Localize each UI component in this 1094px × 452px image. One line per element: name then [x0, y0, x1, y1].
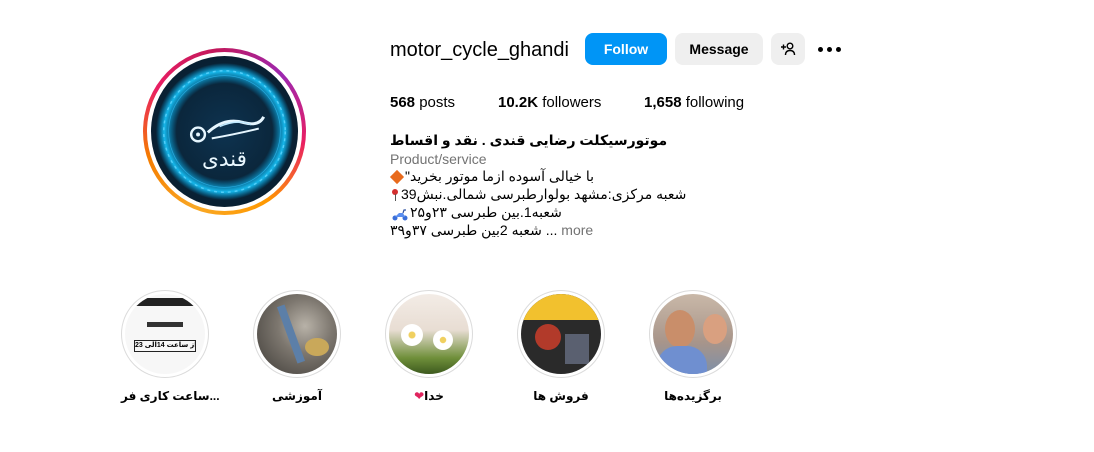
- highlight-image: [653, 294, 733, 374]
- orange-diamond-icon: [389, 169, 405, 184]
- highlight-cover[interactable]: [649, 290, 737, 378]
- red-heart-icon: ❤: [414, 389, 425, 403]
- highlight-image-shape: [521, 294, 601, 320]
- following-count-value: 1,658: [644, 94, 682, 111]
- followers-link[interactable]: 10.2K followers: [498, 93, 601, 113]
- highlight-image: از ساعت 14الی 23: [125, 294, 205, 374]
- bio-line: شعبه1.بین طبرسی ۲۳و۲۵: [390, 203, 562, 221]
- followers-count-value: 10.2K: [498, 94, 539, 111]
- posts-count-value: 568: [390, 94, 416, 111]
- more-options-button[interactable]: [814, 37, 844, 61]
- highlight-cover[interactable]: از ساعت 14الی 23: [121, 290, 209, 378]
- highlight-label-text: خدا: [424, 389, 444, 403]
- following-count-label: following: [685, 94, 745, 111]
- bio-line: شعبه 2بین طبرسی ۳۷و۳۹ ... more: [390, 221, 593, 239]
- avatar-logo-graphic: قندی: [155, 62, 294, 201]
- highlight-image-shape: [433, 330, 453, 350]
- highlight-image-shape: [565, 334, 589, 364]
- highlight-item[interactable]: آموزشی: [253, 290, 341, 404]
- message-button[interactable]: Message: [675, 33, 763, 65]
- bio-full-name: موتورسیکلت رضایی قندی . نقد و اقساط: [390, 132, 668, 148]
- highlight-image-shape: [665, 310, 695, 348]
- highlight-item[interactable]: فروش ها: [517, 290, 605, 404]
- pushpin-icon: [392, 189, 398, 202]
- highlight-image: [521, 294, 601, 374]
- bio-line-text: "با خیالی آسوده ازما موتور بخرید: [405, 168, 595, 184]
- highlight-image-band: [147, 322, 183, 327]
- following-link[interactable]: 1,658 following: [644, 93, 744, 113]
- highlight-image-shape: [535, 324, 561, 350]
- highlight-label: فروش ها: [533, 389, 589, 403]
- profile-avatar[interactable]: قندی: [143, 48, 306, 215]
- bio-line-text: شعبه مرکزی:مشهد بولوارطبرسی شمالی.نبش39: [401, 186, 687, 202]
- svg-text:قندی: قندی: [202, 147, 247, 172]
- highlight-image-shape: [657, 346, 707, 374]
- highlight-item[interactable]: ❤خدا: [385, 290, 473, 404]
- profile-username: motor_cycle_ghandi: [390, 39, 569, 61]
- highlight-image-shape: [703, 314, 727, 344]
- more-options-dot: [835, 46, 841, 52]
- bio-line-text: شعبه1.بین طبرسی ۲۳و۲۵: [410, 204, 562, 220]
- highlight-cover[interactable]: [517, 290, 605, 378]
- highlight-image-shape: [401, 324, 423, 346]
- highlight-item[interactable]: برگزیده‌ها: [649, 290, 737, 404]
- highlight-label: ساعت کاری فر...: [121, 389, 220, 403]
- highlight-image: [389, 294, 469, 374]
- avatar-inner-border: قندی: [147, 52, 302, 211]
- bio-line: "با خیالی آسوده ازما موتور بخرید: [389, 167, 595, 185]
- followers-count-label: followers: [542, 94, 602, 111]
- highlight-label: برگزیده‌ها: [664, 389, 722, 403]
- highlight-image-shape: [276, 304, 306, 364]
- highlight-item[interactable]: از ساعت 14الی 23 ساعت کاری فر...: [121, 290, 220, 404]
- suggested-accounts-button[interactable]: [771, 33, 805, 65]
- follow-button[interactable]: Follow: [585, 33, 667, 65]
- highlight-cover[interactable]: [253, 290, 341, 378]
- avatar-image: قندی: [151, 56, 298, 207]
- posts-count: 568 posts: [390, 93, 455, 113]
- more-options-dot: [826, 46, 832, 52]
- highlight-inner-text: از ساعت 14الی 23: [134, 340, 196, 352]
- highlight-label: آموزشی: [272, 389, 322, 403]
- posts-count-label: posts: [419, 94, 456, 111]
- more-options-icon: [817, 46, 823, 52]
- bio-category: Product/service: [390, 151, 487, 167]
- bio-line: شعبه مرکزی:مشهد بولوارطبرسی شمالی.نبش39: [390, 185, 686, 203]
- highlight-label: ❤خدا: [385, 388, 473, 404]
- highlight-image: [257, 294, 337, 374]
- highlight-cover[interactable]: [385, 290, 473, 378]
- scooter-icon: [392, 207, 408, 221]
- bio-more-link[interactable]: more: [561, 222, 593, 238]
- highlight-image-band: [129, 298, 199, 306]
- bio-line-text: شعبه 2بین طبرسی ۳۷و۳۹ ...: [390, 222, 558, 238]
- add-user-icon: [781, 42, 796, 56]
- highlight-image-shape: [305, 338, 329, 356]
